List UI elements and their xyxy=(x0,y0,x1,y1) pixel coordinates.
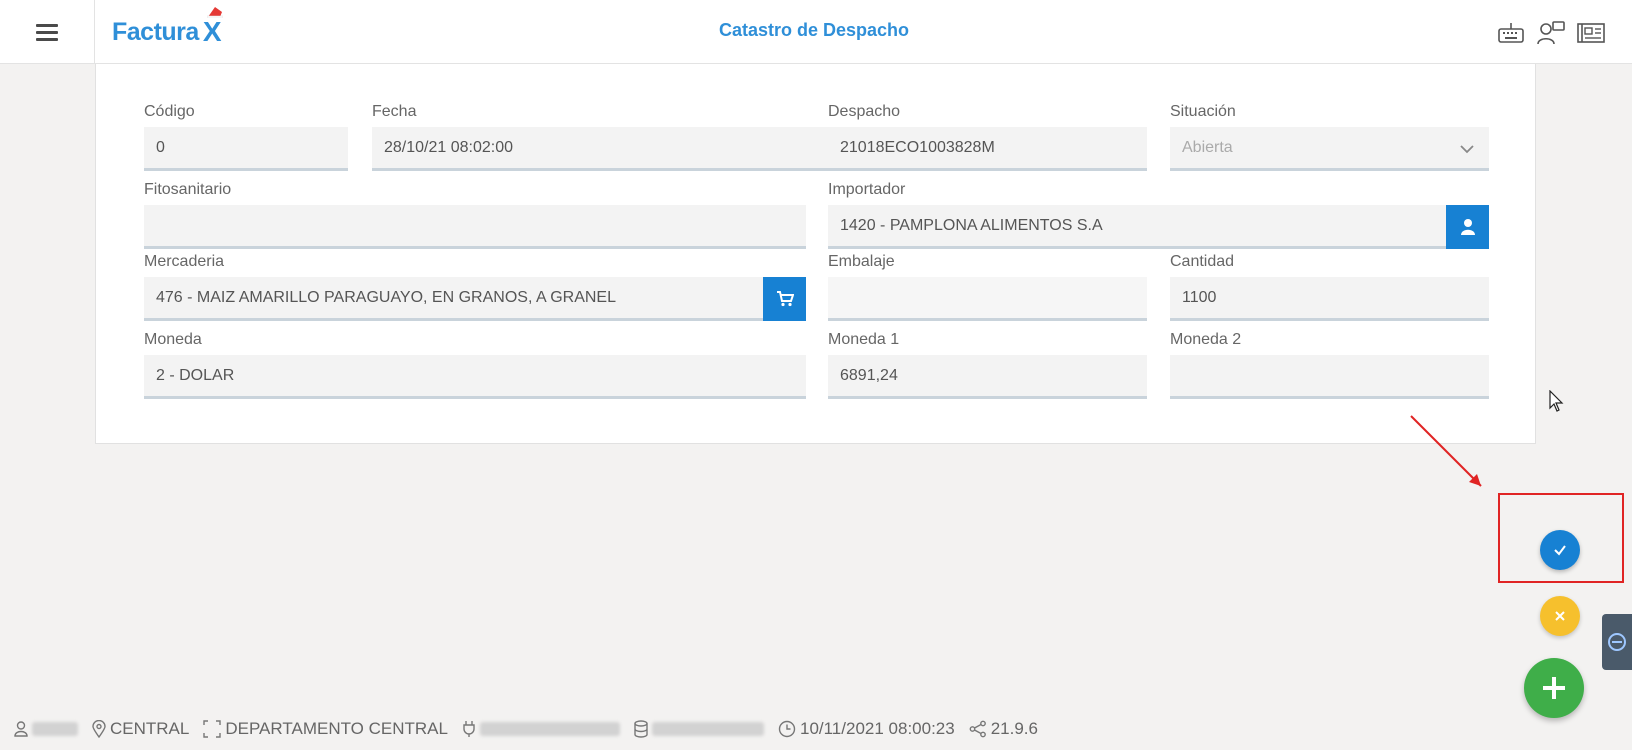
status-department: DEPARTAMENTO CENTRAL xyxy=(203,719,448,739)
remote-support-icon xyxy=(1608,633,1626,651)
newspaper-icon[interactable] xyxy=(1576,20,1606,46)
branch-name: CENTRAL xyxy=(110,719,190,738)
menu-button[interactable] xyxy=(0,0,95,64)
department-name: DEPARTAMENTO CENTRAL xyxy=(225,719,448,738)
hamburger-icon xyxy=(36,22,58,43)
moneda1-field: Moneda 1 6891,24 xyxy=(828,330,1147,399)
top-bar: Factura X Catastro de Despacho xyxy=(0,0,1632,64)
embalaje-field: Embalaje xyxy=(828,252,1147,321)
importador-label: Importador xyxy=(828,181,906,198)
situacion-label: Situación xyxy=(1170,103,1236,120)
importador-search-button[interactable] xyxy=(1446,205,1489,249)
mercaderia-input[interactable]: 476 - MAIZ AMARILLO PARAGUAYO, EN GRANOS… xyxy=(144,277,806,321)
fitosanitario-input[interactable] xyxy=(144,205,806,249)
location-pin-icon xyxy=(92,720,106,738)
moneda-field: Moneda 2 - DOLAR xyxy=(144,330,806,399)
redacted-username xyxy=(32,722,78,736)
add-button[interactable] xyxy=(1524,658,1584,718)
status-datetime: 10/11/2021 08:00:23 xyxy=(778,719,955,739)
moneda-label: Moneda xyxy=(144,331,202,348)
page-title: Catastro de Despacho xyxy=(718,20,910,40)
moneda2-field: Moneda 2 xyxy=(1170,330,1489,399)
share-icon xyxy=(969,720,986,738)
form-card: Código 0 Fecha 28/10/21 08:02:00 Despach… xyxy=(95,64,1536,444)
moneda2-label: Moneda 2 xyxy=(1170,331,1242,348)
frame-icon xyxy=(203,720,222,738)
situacion-select[interactable]: Abierta xyxy=(1170,127,1489,171)
cantidad-field: Cantidad 1100 xyxy=(1170,252,1489,321)
user-icon xyxy=(1460,219,1475,235)
santa-hat-icon xyxy=(206,7,223,18)
datetime-value: 10/11/2021 08:00:23 xyxy=(799,719,955,738)
embalaje-label: Embalaje xyxy=(828,253,895,270)
situacion-value: Abierta xyxy=(1182,138,1233,156)
importador-field: Importador 1420 - PAMPLONA ALIMENTOS S.A xyxy=(828,180,1489,249)
status-user xyxy=(14,721,78,737)
status-branch: CENTRAL xyxy=(92,719,189,739)
status-bar: CENTRAL DEPARTAMENTO CENTRAL 10/11/2021 … xyxy=(14,714,1038,744)
mercaderia-field: Mercaderia 476 - MAIZ AMARILLO PARAGUAYO… xyxy=(144,252,806,321)
logo-text: Factura xyxy=(112,17,199,46)
user-icon xyxy=(14,721,28,737)
mercaderia-value: 476 - MAIZ AMARILLO PARAGUAYO, EN GRANOS… xyxy=(156,288,616,306)
codigo-input[interactable]: 0 xyxy=(144,127,348,171)
redacted-company xyxy=(479,722,620,736)
version-value: 21.9.6 xyxy=(990,719,1038,738)
importador-value: 1420 - PAMPLONA ALIMENTOS S.A xyxy=(840,216,1103,234)
database-icon xyxy=(634,720,648,738)
users-chat-icon[interactable] xyxy=(1536,20,1566,46)
mercaderia-label: Mercaderia xyxy=(144,253,225,270)
close-icon xyxy=(1555,611,1565,621)
moneda1-label: Moneda 1 xyxy=(828,331,900,348)
codigo-field: Código 0 xyxy=(144,102,348,171)
cart-icon xyxy=(776,291,794,307)
plug-icon xyxy=(463,721,475,737)
annotation-arrow-icon xyxy=(1410,415,1482,487)
status-version: 21.9.6 xyxy=(969,719,1038,739)
cancel-button[interactable] xyxy=(1540,596,1580,636)
clock-icon xyxy=(778,720,796,738)
fitosanitario-label: Fitosanitario xyxy=(144,181,232,198)
plus-icon xyxy=(1543,677,1565,699)
remote-support-tab[interactable] xyxy=(1602,614,1632,670)
despacho-input[interactable]: 21018ECO1003828M xyxy=(828,127,1147,171)
cantidad-label: Cantidad xyxy=(1170,253,1235,270)
keyboard-icon[interactable] xyxy=(1496,20,1526,46)
despacho-label: Despacho xyxy=(828,103,901,120)
chevron-down-icon xyxy=(1460,145,1474,154)
cantidad-input[interactable]: 1100 xyxy=(1170,277,1489,321)
codigo-label: Código xyxy=(144,103,195,120)
status-database xyxy=(634,720,764,738)
app-logo: Factura X xyxy=(112,7,223,52)
importador-input[interactable]: 1420 - PAMPLONA ALIMENTOS S.A xyxy=(828,205,1489,249)
logo-x: X xyxy=(203,7,223,48)
mouse-cursor-icon xyxy=(1549,390,1564,412)
confirm-button[interactable] xyxy=(1540,530,1580,570)
situacion-field: Situación Abierta xyxy=(1170,102,1489,171)
check-icon xyxy=(1554,545,1566,556)
despacho-field: Despacho 21018ECO1003828M xyxy=(828,102,1147,171)
mercaderia-search-button[interactable] xyxy=(763,277,806,321)
moneda2-input[interactable] xyxy=(1170,355,1489,399)
moneda1-input[interactable]: 6891,24 xyxy=(828,355,1147,399)
redacted-database xyxy=(651,722,764,736)
embalaje-input[interactable] xyxy=(828,277,1147,321)
status-company xyxy=(462,720,620,738)
moneda-input[interactable]: 2 - DOLAR xyxy=(144,355,806,399)
fitosanitario-field: Fitosanitario xyxy=(144,180,806,249)
